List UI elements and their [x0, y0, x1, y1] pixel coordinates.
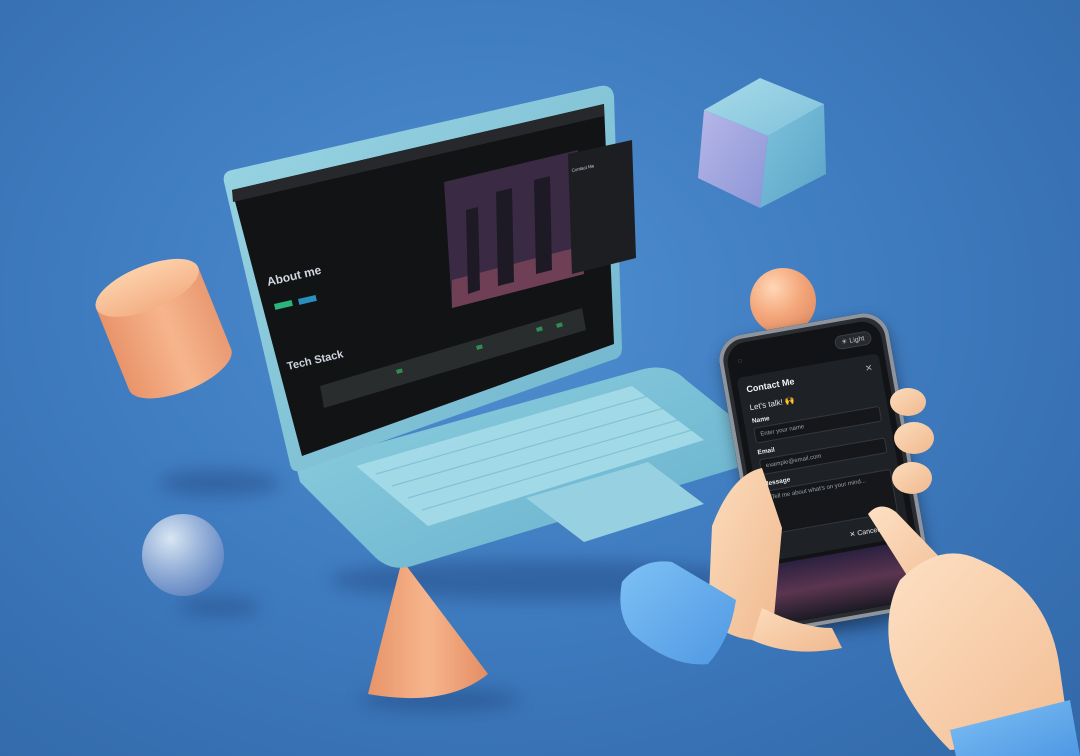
laptop-contact-panel [568, 140, 636, 274]
right-hand [868, 506, 1080, 756]
close-icon[interactable]: ✕ [864, 362, 873, 374]
cone-shape [368, 560, 488, 699]
theme-toggle-button[interactable]: ☀ Light [833, 330, 873, 351]
sphere-shadow [180, 598, 260, 616]
menu-icon[interactable]: ◌ [737, 355, 743, 365]
blue-sphere-shape [142, 514, 224, 596]
sun-icon: ☀ [840, 338, 849, 347]
theme-toggle-label: Light [848, 335, 866, 345]
